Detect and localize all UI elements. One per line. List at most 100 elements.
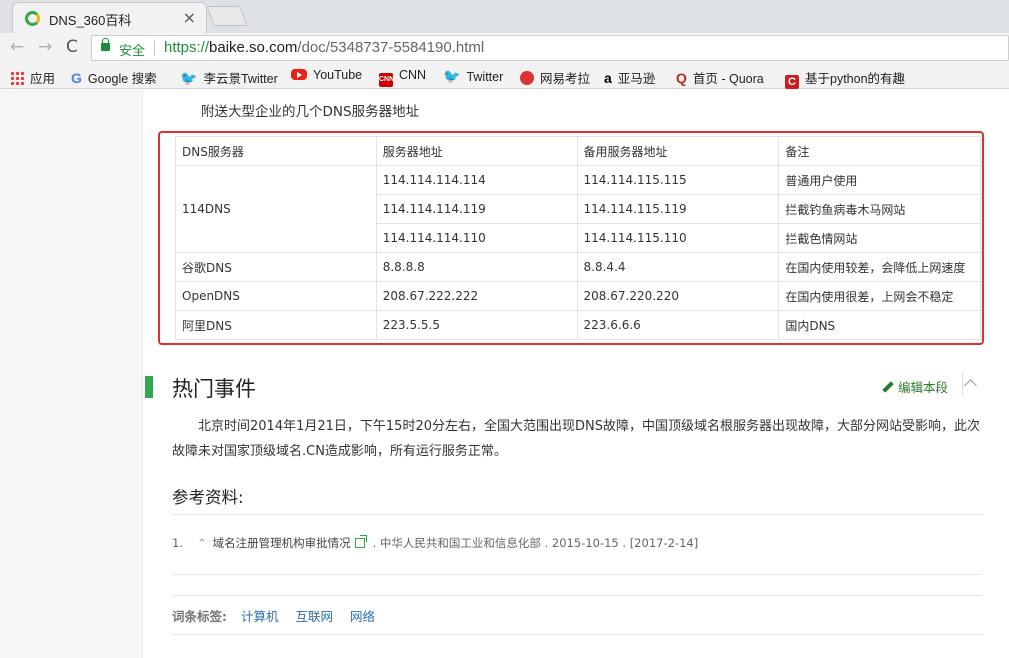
secondary-address-cell: 114.114.115.119 xyxy=(576,194,780,224)
bookmark-cnn[interactable]: CNN CNN xyxy=(379,68,426,87)
secondary-address-cell: 223.6.6.6 xyxy=(576,310,780,340)
secondary-address-cell: 114.114.115.115 xyxy=(576,165,780,195)
amazon-icon: a xyxy=(604,70,612,86)
bookmark-label: 基于python的有趣 xyxy=(805,72,906,86)
csdn-icon: C xyxy=(785,75,799,89)
bookmark-twitter-li[interactable]: 🐦 李云景Twitter xyxy=(180,68,278,87)
bookmark-label: YouTube xyxy=(313,68,363,82)
secondary-address-cell: 114.114.115.110 xyxy=(576,223,780,253)
omnibox-divider xyxy=(154,40,155,56)
dns-table-highlight: DNS服务器 服务器地址 备用服务器地址 备注 114DNS 114.114.1… xyxy=(158,131,984,345)
dns-provider-cell: 阿里DNS xyxy=(175,310,377,340)
table-header-row: DNS服务器 服务器地址 备用服务器地址 备注 xyxy=(175,136,981,166)
bookmark-python[interactable]: C 基于python的有趣 xyxy=(785,68,905,89)
twitter-icon: 🐦 xyxy=(443,68,461,84)
edit-label: 编辑本段 xyxy=(898,380,949,395)
caret-up-icon[interactable]: ⌃ xyxy=(197,536,207,550)
dns-provider-cell: OpenDNS xyxy=(175,281,377,311)
section-paragraph: 北京时间2014年1月21日，下午15时20分左右，全国大范围出现DNS故障，中… xyxy=(172,419,980,459)
dns-provider-cell: 谷歌DNS xyxy=(175,252,377,282)
secure-label: 安全 xyxy=(119,44,146,59)
back-arrow-icon[interactable]: ← xyxy=(10,37,24,57)
page-viewport: 附送大型企业的几个DNS服务器地址 DNS服务器 服务器地址 备用服务器地址 备… xyxy=(0,90,1009,658)
bookmark-label: 应用 xyxy=(30,72,56,86)
url-host: baike.so.com xyxy=(209,39,298,56)
lock-icon xyxy=(101,38,110,51)
bookmarks-bar: 应用 G Google 搜索 🐦 李云景Twitter YouTube CNN CNN… xyxy=(0,63,1009,89)
tab-close-icon[interactable]: × xyxy=(183,8,196,27)
section-title: 热门事件 xyxy=(172,377,256,401)
twitter-icon: 🐦 xyxy=(180,70,198,86)
dns-provider-cell: 114DNS xyxy=(175,165,377,253)
browser-tab[interactable]: DNS_360百科 × xyxy=(12,2,207,33)
google-icon: G xyxy=(71,70,82,86)
bookmark-label: CNN xyxy=(399,68,427,82)
col-header: 服务器地址 xyxy=(375,136,578,166)
references-title: 参考资料: xyxy=(172,488,244,507)
divider xyxy=(172,574,982,575)
bookmark-label: 亚马逊 xyxy=(617,72,656,86)
reference-source: . 中华人民共和国工业和信息化部 . 2015-10-15 . [2017-2-… xyxy=(372,536,699,550)
reference-link[interactable]: 域名注册管理机构审批情况 xyxy=(213,536,351,550)
chevron-up-icon[interactable] xyxy=(964,379,977,392)
bookmark-amazon[interactable]: a 亚马逊 xyxy=(604,68,655,87)
article-content: 附送大型企业的几个DNS服务器地址 DNS服务器 服务器地址 备用服务器地址 备… xyxy=(142,90,1009,658)
note-cell: 拦截钓鱼病毒木马网站 xyxy=(778,194,981,224)
tag-link[interactable]: 计算机 xyxy=(241,609,279,624)
edit-section-link[interactable]: 编辑本段 xyxy=(882,377,948,396)
reload-icon[interactable]: C xyxy=(66,37,78,57)
col-header: DNS服务器 xyxy=(175,136,377,166)
note-cell: 普通用户使用 xyxy=(778,165,981,195)
secondary-address-cell: 8.8.4.4 xyxy=(576,252,780,282)
dns-table: DNS服务器 服务器地址 备用服务器地址 备注 114DNS 114.114.1… xyxy=(175,136,981,340)
table-row: OpenDNS 208.67.222.222 208.67.220.220 在国… xyxy=(175,281,981,311)
url-path: /doc/5348737-5584190.html xyxy=(297,39,485,56)
note-cell: 国内DNS xyxy=(778,310,981,340)
entry-tags: 词条标签: 计算机 互联网 网络 xyxy=(172,606,388,625)
bookmark-kaola[interactable]: 网易考拉 xyxy=(520,68,590,87)
netease-kaola-icon xyxy=(520,71,534,85)
section-marker xyxy=(145,376,153,398)
bookmark-twitter[interactable]: 🐦 Twitter xyxy=(443,68,503,85)
bookmark-label: Google 搜索 xyxy=(87,72,157,86)
divider xyxy=(172,514,982,515)
col-header: 备用服务器地址 xyxy=(576,136,780,166)
reference-number: 1. xyxy=(172,536,183,550)
primary-address-cell: 114.114.114.114 xyxy=(375,165,578,195)
tag-link[interactable]: 互联网 xyxy=(295,609,333,624)
table-row: 谷歌DNS 8.8.8.8 8.8.4.4 在国内使用较差，会降低上网速度 xyxy=(175,252,981,282)
forward-arrow-icon[interactable]: → xyxy=(38,37,52,57)
quora-icon: Q xyxy=(676,70,687,86)
primary-address-cell: 114.114.114.119 xyxy=(375,194,578,224)
bookmark-google-search[interactable]: G Google 搜索 xyxy=(71,68,157,87)
note-cell: 在国内使用较差，会降低上网速度 xyxy=(778,252,981,282)
bookmark-youtube[interactable]: YouTube xyxy=(291,68,362,82)
secondary-address-cell: 208.67.220.220 xyxy=(576,281,780,311)
divider xyxy=(172,634,982,635)
address-bar[interactable]: 安全 https://baike.so.com/doc/5348737-5584… xyxy=(91,35,1009,61)
primary-address-cell: 223.5.5.5 xyxy=(375,310,578,340)
tag-link[interactable]: 网络 xyxy=(350,609,375,624)
primary-address-cell: 208.67.222.222 xyxy=(375,281,578,311)
table-row: 阿里DNS 223.5.5.5 223.6.6.6 国内DNS xyxy=(175,310,981,340)
note-cell: 拦截色情网站 xyxy=(778,223,981,253)
tags-label: 词条标签: xyxy=(172,609,227,624)
apps-icon xyxy=(10,71,24,85)
table-intro: 附送大型企业的几个DNS服务器地址 xyxy=(201,104,420,120)
note-cell: 在国内使用很差，上网会不稳定 xyxy=(778,281,981,311)
bookmark-label: 网易考拉 xyxy=(540,72,591,86)
tab-strip: DNS_360百科 × xyxy=(0,0,1009,33)
bookmark-label: 李云景Twitter xyxy=(203,72,278,86)
bookmark-quora[interactable]: Q 首页 - Quora xyxy=(676,68,764,87)
new-tab-button[interactable] xyxy=(206,6,248,26)
external-link-icon[interactable] xyxy=(354,535,367,548)
youtube-icon xyxy=(291,69,307,80)
primary-address-cell: 8.8.8.8 xyxy=(375,252,578,282)
bookmark-apps[interactable]: 应用 xyxy=(10,68,55,87)
col-header: 备注 xyxy=(778,136,981,166)
pencil-icon xyxy=(882,381,894,393)
url-text[interactable]: https://baike.so.com/doc/5348737-5584190… xyxy=(164,39,484,56)
cnn-icon: CNN xyxy=(379,73,394,87)
table-row: 114DNS 114.114.114.114 114.114.115.115 普… xyxy=(175,165,981,253)
tab-title: DNS_360百科 xyxy=(49,13,132,28)
